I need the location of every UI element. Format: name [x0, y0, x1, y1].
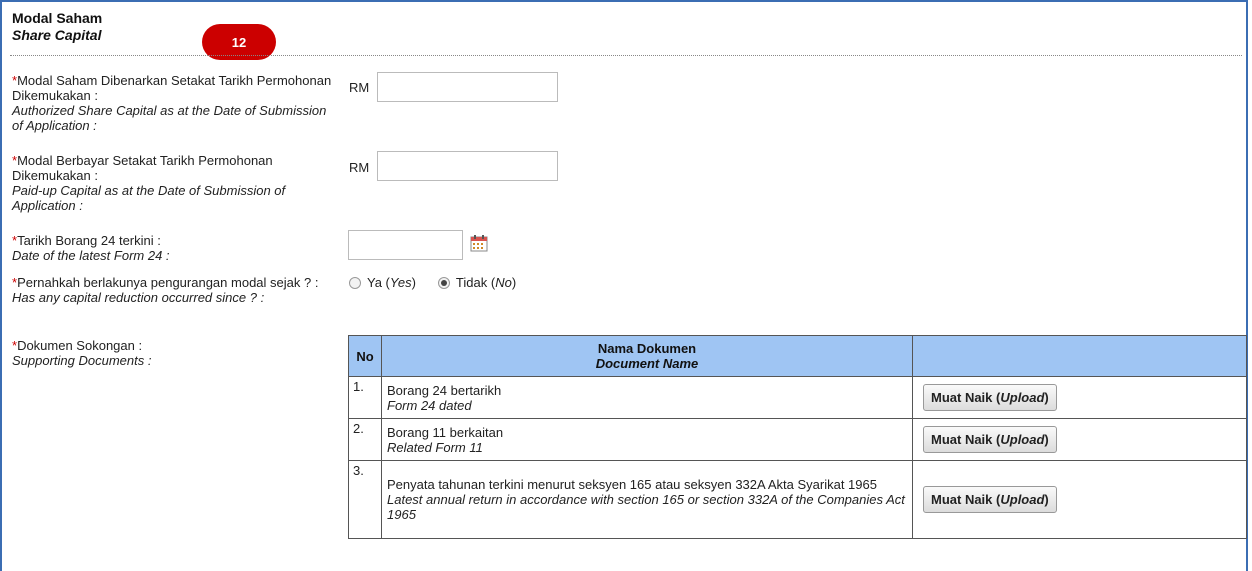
- authorized-capital-currency: RM: [349, 80, 370, 95]
- authorized-capital-input[interactable]: [377, 72, 558, 102]
- upload-button[interactable]: Muat Naik (Upload): [923, 426, 1057, 453]
- section-title-en: Share Capital: [12, 27, 102, 43]
- radio-no[interactable]: [437, 276, 450, 289]
- form24-date-label-ms: Tarikh Borang 24 terkini :: [17, 233, 161, 248]
- form24-date-input[interactable]: [348, 230, 463, 260]
- authorized-capital-label-en: Authorized Share Capital as at the Date …: [12, 103, 327, 133]
- form24-date-label: *Tarikh Borang 24 terkini : Date of the …: [12, 233, 337, 263]
- radio-yes[interactable]: [349, 276, 361, 289]
- document-name-en: Form 24 dated: [387, 397, 472, 413]
- paidup-capital-input[interactable]: [377, 151, 558, 181]
- document-name-ms: Penyata tahunan terkini menurut seksyen …: [387, 477, 877, 492]
- authorized-capital-label: *Modal Saham Dibenarkan Setakat Tarikh P…: [12, 73, 337, 133]
- authorized-capital-label-ms: Modal Saham Dibenarkan Setakat Tarikh Pe…: [12, 73, 332, 103]
- radio-no-label[interactable]: Tidak (No): [456, 275, 516, 290]
- row-number: 3.: [348, 460, 382, 539]
- paidup-capital-label-ms: Modal Berbayar Setakat Tarikh Permohonan…: [12, 153, 273, 183]
- col-header-no: No: [348, 335, 382, 377]
- row-number: 1.: [348, 376, 382, 419]
- supporting-docs-label-en: Supporting Documents :: [12, 353, 152, 368]
- table-row: 1. Borang 24 bertarikh Form 24 dated Mua…: [348, 376, 1247, 419]
- upload-cell: Muat Naik (Upload): [912, 376, 1247, 419]
- paidup-capital-label-en: Paid-up Capital as at the Date of Submis…: [12, 183, 286, 213]
- row-number: 2.: [348, 418, 382, 461]
- col-header-name-ms: Nama Dokumen: [597, 341, 697, 356]
- upload-cell: Muat Naik (Upload): [912, 460, 1247, 539]
- col-header-name-en: Document Name: [595, 356, 699, 371]
- section-divider: [10, 55, 1242, 56]
- document-name-cell: Penyata tahunan terkini menurut seksyen …: [381, 460, 913, 539]
- document-name-en: Latest annual return in accordance with …: [387, 492, 905, 522]
- paidup-capital-currency: RM: [349, 160, 370, 175]
- supporting-docs-label-ms: Dokumen Sokongan :: [17, 338, 143, 353]
- form24-date-label-en: Date of the latest Form 24 :: [12, 248, 170, 263]
- section-header: Modal Saham Share Capital: [12, 10, 102, 44]
- table-header-row: No Nama Dokumen Document Name: [348, 335, 1247, 377]
- supporting-documents-table: No Nama Dokumen Document Name 1. Borang …: [348, 335, 1247, 539]
- paidup-capital-label: *Modal Berbayar Setakat Tarikh Permohona…: [12, 153, 337, 213]
- capital-reduction-label-en: Has any capital reduction occurred since…: [12, 290, 265, 305]
- calendar-icon[interactable]: [470, 234, 488, 252]
- document-name-en: Related Form 11: [387, 439, 483, 455]
- section-title-ms: Modal Saham: [12, 10, 103, 26]
- radio-yes-label[interactable]: Ya (Yes): [367, 275, 416, 290]
- document-name-cell: Borang 24 bertarikh Form 24 dated: [381, 376, 913, 419]
- document-name-cell: Borang 11 berkaitan Related Form 11: [381, 418, 913, 461]
- capital-reduction-label-ms: Pernahkah berlakunya pengurangan modal s…: [17, 275, 319, 290]
- col-header-action: [912, 335, 1247, 377]
- col-header-document-name: Nama Dokumen Document Name: [381, 335, 913, 377]
- capital-reduction-options: Ya (Yes) Tidak (No): [349, 275, 538, 290]
- table-row: 3. Penyata tahunan terkini menurut seksy…: [348, 460, 1247, 539]
- document-name-ms: Borang 24 bertarikh: [387, 382, 502, 398]
- upload-button[interactable]: Muat Naik (Upload): [923, 486, 1057, 513]
- capital-reduction-label: *Pernahkah berlakunya pengurangan modal …: [12, 275, 337, 305]
- supporting-docs-label: *Dokumen Sokongan : Supporting Documents…: [12, 338, 337, 368]
- upload-button[interactable]: Muat Naik (Upload): [923, 384, 1057, 411]
- upload-cell: Muat Naik (Upload): [912, 418, 1247, 461]
- document-name-ms: Borang 11 berkaitan: [387, 424, 504, 440]
- table-row: 2. Borang 11 berkaitan Related Form 11 M…: [348, 418, 1247, 461]
